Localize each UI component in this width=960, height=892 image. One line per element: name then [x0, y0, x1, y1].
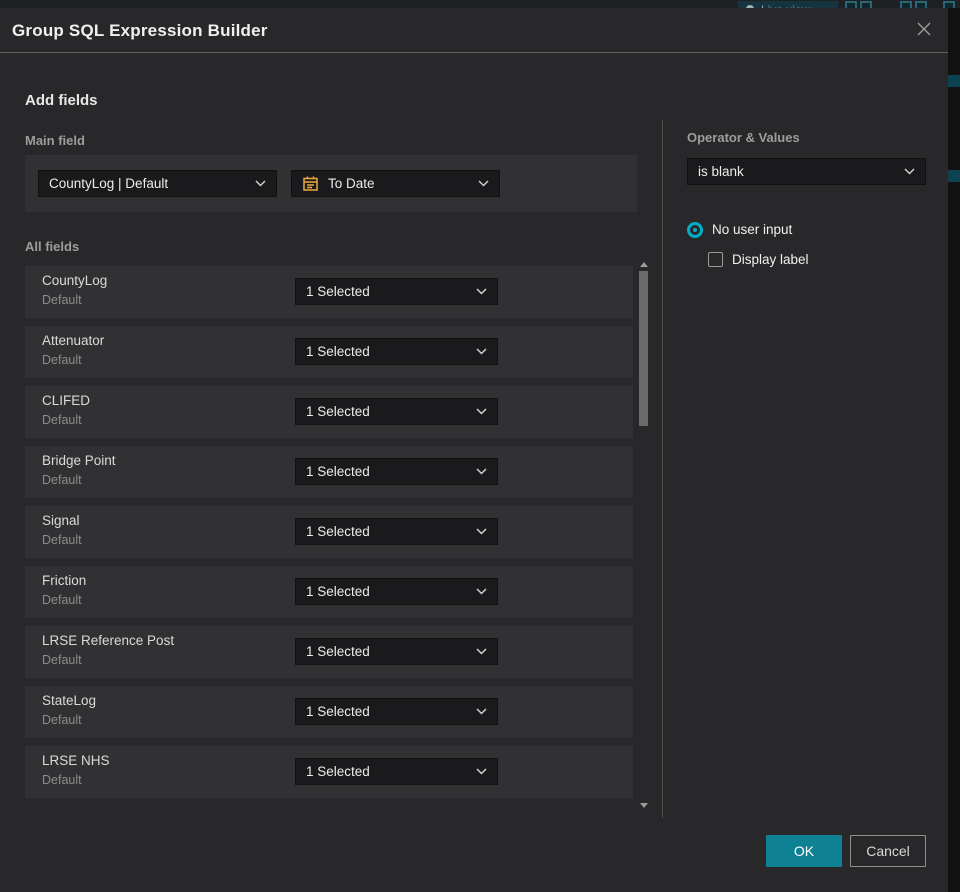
field-row-friction: Friction Default 1 Selected — [25, 566, 633, 618]
close-icon — [916, 21, 932, 42]
operator-select[interactable]: is blank — [687, 158, 926, 185]
toolbar-icon — [943, 1, 955, 8]
field-selected-dropdown[interactable]: 1 Selected — [295, 758, 498, 785]
field-name: StateLog — [42, 693, 97, 708]
field-row-attenuator: Attenuator Default 1 Selected — [25, 326, 633, 378]
field-selected-dropdown[interactable]: 1 Selected — [295, 278, 498, 305]
field-selected-dropdown[interactable]: 1 Selected — [295, 578, 498, 605]
field-subtitle: Default — [42, 413, 82, 427]
field-subtitle: Default — [42, 653, 82, 667]
scrollbar-thumb[interactable] — [639, 271, 648, 426]
field-subtitle: Default — [42, 773, 82, 787]
field-row-bridge-point: Bridge Point Default 1 Selected — [25, 446, 633, 498]
cancel-button[interactable]: Cancel — [850, 835, 926, 867]
field-selected-dropdown[interactable]: 1 Selected — [295, 398, 498, 425]
background-fragment — [948, 170, 960, 182]
field-row-statelog: StateLog Default 1 Selected — [25, 686, 633, 738]
field-subtitle: Default — [42, 533, 82, 547]
field-selected-value: 1 Selected — [306, 644, 370, 659]
field-selected-value: 1 Selected — [306, 524, 370, 539]
field-selected-dropdown[interactable]: 1 Selected — [295, 338, 498, 365]
date-type-select-value: To Date — [328, 176, 375, 191]
field-selected-dropdown[interactable]: 1 Selected — [295, 698, 498, 725]
field-row-signal: Signal Default 1 Selected — [25, 506, 633, 558]
field-name: LRSE Reference Post — [42, 633, 175, 648]
screen: Live view Group SQL Expression Builder A… — [0, 0, 960, 892]
chevron-down-icon — [255, 180, 266, 187]
background-app-edge — [948, 8, 960, 892]
field-row-clifed: CLIFED Default 1 Selected — [25, 386, 633, 438]
field-row-lrse-reference-post: LRSE Reference Post Default 1 Selected — [25, 626, 633, 678]
field-selected-dropdown[interactable]: 1 Selected — [295, 638, 498, 665]
field-name: Friction — [42, 573, 87, 588]
field-selected-dropdown[interactable]: 1 Selected — [295, 458, 498, 485]
field-subtitle: Default — [42, 713, 82, 727]
radio-dot-icon — [693, 228, 697, 232]
field-name: LRSE NHS — [42, 753, 110, 768]
no-user-input-label: No user input — [712, 222, 793, 237]
all-fields-label: All fields — [25, 239, 80, 254]
main-field-select-value: CountyLog | Default — [49, 176, 169, 191]
field-subtitle: Default — [42, 353, 82, 367]
toolbar-icon — [860, 1, 872, 8]
scroll-up-icon[interactable] — [640, 262, 648, 267]
field-subtitle: Default — [42, 293, 82, 307]
chevron-down-icon — [476, 708, 487, 715]
chevron-down-icon — [476, 348, 487, 355]
field-selected-value: 1 Selected — [306, 344, 370, 359]
field-selected-value: 1 Selected — [306, 704, 370, 719]
field-selected-value: 1 Selected — [306, 764, 370, 779]
operator-select-value: is blank — [698, 164, 744, 179]
toolbar-icon — [845, 1, 857, 8]
field-subtitle: Default — [42, 473, 82, 487]
live-view-button[interactable]: Live view — [738, 1, 838, 8]
dialog-title: Group SQL Expression Builder — [12, 20, 268, 40]
panel-divider — [662, 120, 663, 818]
no-user-input-radio[interactable] — [687, 222, 703, 238]
chevron-down-icon — [904, 168, 915, 175]
field-selected-value: 1 Selected — [306, 284, 370, 299]
chevron-down-icon — [476, 468, 487, 475]
main-field-panel: CountyLog | Default To Date — [25, 155, 637, 212]
ok-button[interactable]: OK — [766, 835, 842, 867]
field-selected-dropdown[interactable]: 1 Selected — [295, 518, 498, 545]
close-button[interactable] — [908, 15, 940, 47]
field-name: Signal — [42, 513, 80, 528]
field-subtitle: Default — [42, 593, 82, 607]
chevron-down-icon — [476, 648, 487, 655]
field-name: CountyLog — [42, 273, 108, 288]
field-selected-value: 1 Selected — [306, 464, 370, 479]
display-label-checkbox[interactable] — [708, 252, 723, 267]
list-scrollbar[interactable] — [638, 262, 649, 808]
scroll-down-icon[interactable] — [640, 803, 648, 808]
field-name: Attenuator — [42, 333, 105, 348]
main-field-select[interactable]: CountyLog | Default — [38, 170, 277, 197]
date-type-select[interactable]: To Date — [291, 170, 500, 197]
chevron-down-icon — [476, 288, 487, 295]
chevron-down-icon — [478, 180, 489, 187]
chevron-down-icon — [476, 528, 487, 535]
chevron-down-icon — [476, 408, 487, 415]
field-name: CLIFED — [42, 393, 91, 408]
add-fields-heading: Add fields — [25, 92, 98, 109]
calendar-icon — [302, 175, 319, 192]
field-selected-value: 1 Selected — [306, 404, 370, 419]
group-sql-expression-builder-dialog: Group SQL Expression Builder Add fields … — [0, 8, 948, 892]
toolbar-icon — [900, 1, 912, 8]
dialog-header: Group SQL Expression Builder — [0, 8, 948, 53]
chevron-down-icon — [476, 588, 487, 595]
background-app-strip: Live view — [0, 0, 960, 8]
toolbar-icon — [915, 1, 927, 8]
background-fragment — [948, 75, 960, 87]
display-label-text: Display label — [732, 252, 809, 267]
main-field-label: Main field — [25, 133, 85, 148]
chevron-down-icon — [476, 768, 487, 775]
field-selected-value: 1 Selected — [306, 584, 370, 599]
field-name: Bridge Point — [42, 453, 116, 468]
field-row-countylog: CountyLog Default 1 Selected — [25, 266, 633, 318]
field-row-lrse-nhs: LRSE NHS Default 1 Selected — [25, 746, 633, 798]
operator-values-label: Operator & Values — [687, 130, 800, 145]
